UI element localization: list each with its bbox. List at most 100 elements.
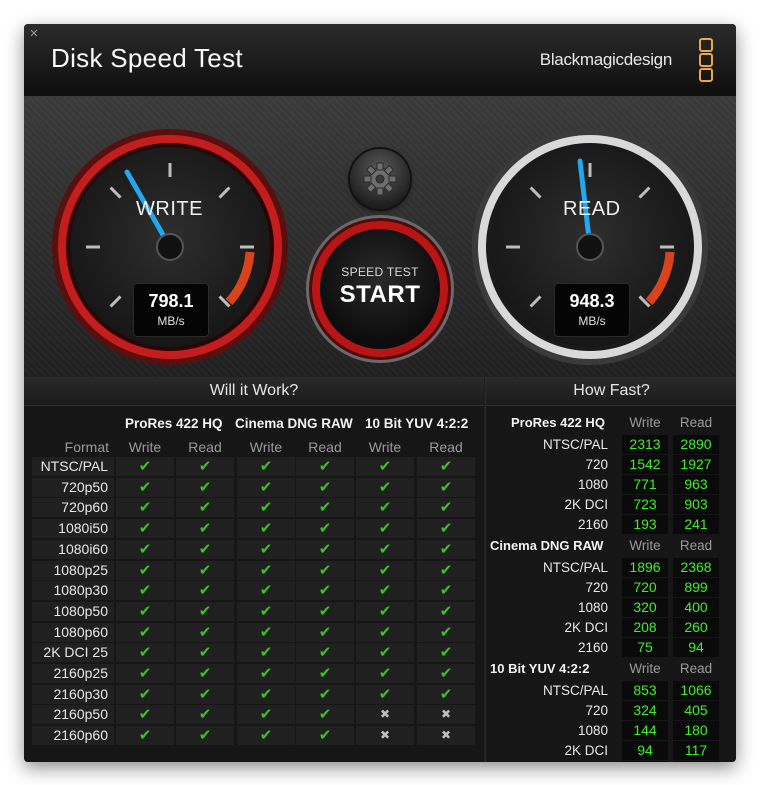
speed-group-header: Cinema DNG RAW bbox=[490, 538, 604, 553]
write-speed-unit: MB/s bbox=[157, 314, 185, 328]
check-icon: ✔ bbox=[116, 498, 174, 518]
write-readout: 798.1 MB/s bbox=[133, 283, 209, 337]
check-icon: ✔ bbox=[356, 601, 414, 621]
check-icon: ✔ bbox=[356, 477, 414, 497]
check-icon: ✔ bbox=[237, 457, 295, 476]
check-icon: ✔ bbox=[417, 477, 475, 497]
read-speed-cell: 2890 bbox=[673, 435, 719, 454]
read-speed-cell: 94 bbox=[673, 638, 719, 657]
read-speed-cell: 1066 bbox=[673, 681, 719, 700]
check-icon: ✔ bbox=[237, 498, 295, 518]
read-speed-cell: 117 bbox=[673, 741, 719, 760]
speed-row-label: 720 bbox=[585, 457, 608, 472]
check-icon: ✔ bbox=[237, 581, 295, 601]
write-needle-hub bbox=[156, 233, 184, 261]
write-speed-cell: 320 bbox=[622, 598, 668, 617]
format-label: 720p50 bbox=[32, 477, 114, 497]
format-label: 2160p60 bbox=[32, 726, 114, 746]
format-label: 2K DCI 25 bbox=[32, 643, 114, 663]
read-speed-cell: 405 bbox=[673, 701, 719, 720]
check-icon: ✔ bbox=[296, 498, 354, 518]
write-speed-cell: 1542 bbox=[622, 455, 668, 474]
check-icon: ✔ bbox=[296, 601, 354, 621]
check-icon: ✔ bbox=[176, 705, 234, 725]
read-speed-cell: 963 bbox=[673, 475, 719, 494]
start-button[interactable]: SPEED TEST START bbox=[320, 229, 440, 349]
check-icon: ✔ bbox=[116, 601, 174, 621]
cross-icon: ✖ bbox=[356, 726, 414, 746]
check-icon: ✔ bbox=[116, 684, 174, 704]
start-button-label: START bbox=[339, 281, 421, 308]
read-speed-cell: 260 bbox=[673, 618, 719, 637]
cross-icon: ✖ bbox=[417, 705, 475, 725]
write-speed-cell: 144 bbox=[622, 721, 668, 740]
check-icon: ✔ bbox=[356, 539, 414, 559]
check-icon: ✔ bbox=[237, 684, 295, 704]
check-icon: ✔ bbox=[116, 705, 174, 725]
check-icon: ✔ bbox=[116, 519, 174, 539]
format-header: Format bbox=[64, 439, 109, 455]
check-icon: ✔ bbox=[176, 498, 234, 518]
check-icon: ✔ bbox=[176, 539, 234, 559]
check-icon: ✔ bbox=[356, 498, 414, 518]
check-icon: ✔ bbox=[417, 560, 475, 580]
write-column-header: Write bbox=[629, 538, 661, 553]
check-icon: ✔ bbox=[116, 457, 174, 476]
speed-row-label: 1080 bbox=[577, 477, 608, 492]
check-icon: ✔ bbox=[237, 622, 295, 642]
check-icon: ✔ bbox=[296, 457, 354, 476]
check-icon: ✔ bbox=[356, 643, 414, 663]
read-speed-cell: 2368 bbox=[673, 558, 719, 577]
speed-row-label: 1080 bbox=[577, 723, 608, 738]
check-icon: ✔ bbox=[116, 560, 174, 580]
read-speed-cell: 1927 bbox=[673, 455, 719, 474]
column-header: Read bbox=[429, 439, 463, 455]
write-speed-cell: 771 bbox=[622, 475, 668, 494]
write-label: WRITE bbox=[136, 198, 203, 220]
check-icon: ✔ bbox=[296, 539, 354, 559]
will-it-work-title: Will it Work? bbox=[24, 377, 484, 406]
speed-row-label: 2160 bbox=[577, 517, 608, 532]
column-header: Write bbox=[128, 439, 162, 455]
column-header: Read bbox=[308, 439, 342, 455]
write-speed-cell: 34 bbox=[622, 761, 668, 762]
read-readout: 948.3 MB/s bbox=[554, 283, 630, 337]
format-label: 1080i60 bbox=[32, 539, 114, 559]
check-icon: ✔ bbox=[176, 560, 234, 580]
check-icon: ✔ bbox=[116, 726, 174, 746]
check-icon: ✔ bbox=[296, 726, 354, 746]
check-icon: ✔ bbox=[237, 726, 295, 746]
cross-icon: ✖ bbox=[417, 726, 475, 746]
check-icon: ✔ bbox=[296, 560, 354, 580]
start-button-caption: SPEED TEST bbox=[341, 265, 419, 279]
speed-row-label: 720 bbox=[585, 580, 608, 595]
speed-row-label: NTSC/PAL bbox=[542, 437, 608, 452]
speed-group-header: ProRes 422 HQ bbox=[511, 415, 605, 430]
write-speed-cell: 723 bbox=[622, 495, 668, 514]
check-icon: ✔ bbox=[356, 622, 414, 642]
check-icon: ✔ bbox=[356, 519, 414, 539]
check-icon: ✔ bbox=[296, 684, 354, 704]
check-icon: ✔ bbox=[296, 622, 354, 642]
check-icon: ✔ bbox=[237, 560, 295, 580]
check-icon: ✔ bbox=[116, 477, 174, 497]
app-window: ✕ Disk Speed Test Blackmagicdesign WRITE… bbox=[24, 24, 736, 762]
read-speed-cell: 899 bbox=[673, 578, 719, 597]
write-speed-cell: 853 bbox=[622, 681, 668, 700]
close-icon[interactable]: ✕ bbox=[28, 28, 40, 40]
read-speed-unit: MB/s bbox=[578, 314, 606, 328]
check-icon: ✔ bbox=[356, 457, 414, 476]
speed-row-label: 1080 bbox=[577, 600, 608, 615]
format-label: 2160p50 bbox=[32, 705, 114, 725]
column-header: Write bbox=[368, 439, 402, 455]
format-label: 2160p25 bbox=[32, 664, 114, 683]
column-header: Write bbox=[249, 439, 283, 455]
check-icon: ✔ bbox=[417, 622, 475, 642]
read-speed-cell: 903 bbox=[673, 495, 719, 514]
read-speed-cell: 180 bbox=[673, 721, 719, 740]
write-speed-cell: 208 bbox=[622, 618, 668, 637]
check-icon: ✔ bbox=[417, 643, 475, 663]
speed-row-label: 2K DCI bbox=[564, 497, 608, 512]
check-icon: ✔ bbox=[417, 664, 475, 683]
settings-button[interactable] bbox=[350, 149, 410, 209]
